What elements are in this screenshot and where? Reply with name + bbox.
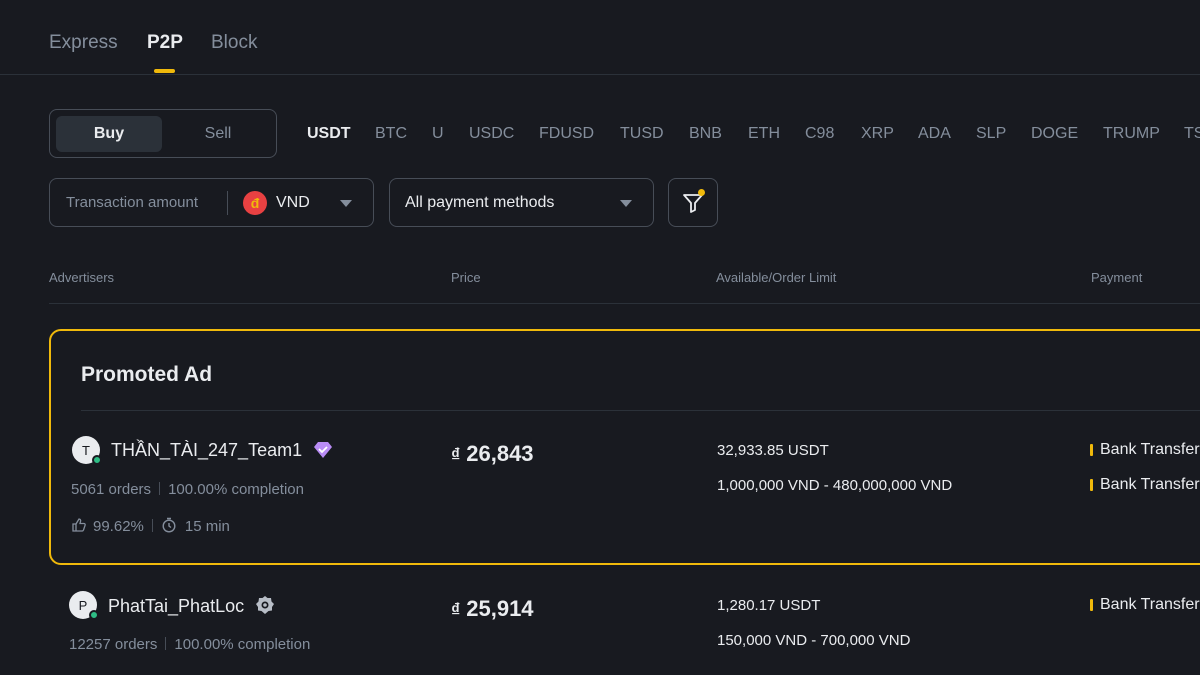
advertiser-name[interactable]: PhatTai_PhatLoc — [108, 595, 275, 617]
avatar-letter: P — [78, 597, 88, 613]
advertiser-name-text: THẦN_TÀI_247_Team1 — [111, 440, 303, 460]
advertiser-name[interactable]: THẦN_TÀI_247_Team1 — [111, 440, 333, 461]
coin-tab-eth[interactable]: ETH — [748, 125, 780, 143]
filter-active-dot — [698, 189, 705, 196]
online-status-dot — [92, 455, 102, 465]
coin-tab-fdusd[interactable]: FDUSD — [539, 125, 594, 143]
coin-tab-bnb[interactable]: BNB — [689, 125, 722, 143]
buy-button[interactable]: Buy — [56, 116, 162, 152]
verified-diamond-icon — [314, 442, 333, 458]
active-tab-indicator — [154, 69, 175, 73]
header-divider — [49, 303, 1200, 304]
advertiser-stats: 12257 orders 100.00% completion — [69, 636, 310, 653]
sell-button[interactable]: Sell — [165, 116, 271, 152]
ad-price: ₫ 25,914 — [451, 596, 534, 622]
buy-sell-toggle: Buy Sell — [49, 109, 277, 158]
coin-tab-trump[interactable]: TRUMP — [1103, 125, 1160, 143]
transaction-amount-input[interactable]: Transaction amount — [66, 194, 198, 211]
tab-p2p[interactable]: P2P — [147, 32, 183, 54]
avatar-letter: T — [82, 442, 90, 458]
online-status-dot — [89, 610, 99, 620]
advertiser-stats: 5061 orders 100.00% completion — [71, 481, 304, 498]
coin-tab-slp[interactable]: SLP — [976, 125, 1006, 143]
coin-tab-btc[interactable]: BTC — [375, 125, 407, 143]
coin-tab-tusd[interactable]: TUSD — [620, 125, 664, 143]
tab-express[interactable]: Express — [49, 32, 118, 54]
divider — [227, 191, 228, 215]
payment-method-tag: Bank Transfer — [1090, 476, 1200, 494]
promoted-divider — [81, 410, 1200, 411]
avatar[interactable]: T — [72, 436, 102, 465]
completion-rate: 100.00% completion — [168, 481, 304, 498]
filter-button[interactable] — [668, 178, 718, 227]
currency-select[interactable]: VND — [276, 194, 310, 212]
price-value: 26,843 — [466, 441, 534, 466]
coin-tab-xrp[interactable]: XRP — [861, 125, 894, 143]
coin-tab-usdt[interactable]: USDT — [307, 125, 351, 143]
available-amount: 32,933.85 USDT — [717, 442, 829, 459]
thumb-up-icon — [72, 518, 86, 532]
order-limit: 150,000 VND - 700,000 VND — [717, 632, 911, 649]
avatar[interactable]: P — [69, 591, 99, 620]
coin-tab-u[interactable]: U — [432, 125, 444, 143]
order-limit: 1,000,000 VND - 480,000,000 VND — [717, 477, 953, 494]
tab-block[interactable]: Block — [211, 32, 257, 54]
column-header-limit: Available/Order Limit — [716, 270, 837, 285]
chevron-down-icon — [620, 200, 632, 207]
payment-method-tag: Bank Transfer — [1090, 596, 1200, 614]
column-header-advertisers: Advertisers — [49, 270, 115, 285]
release-time: 15 min — [184, 518, 230, 535]
ad-price: ₫ 26,843 — [451, 441, 534, 467]
promoted-ad-title: Promoted Ad — [81, 363, 213, 386]
payment-method-label: All payment methods — [405, 194, 555, 211]
merchant-badge-icon — [256, 596, 275, 614]
vnd-currency-icon: đ — [243, 191, 267, 215]
column-header-payment: Payment — [1091, 270, 1143, 285]
price-currency-symbol: ₫ — [451, 600, 461, 620]
coin-tab-ts[interactable]: TS — [1184, 125, 1200, 143]
advertiser-rating: 99.62% 15 min — [71, 517, 230, 535]
coin-tab-usdc[interactable]: USDC — [469, 125, 514, 143]
top-tab-bar: Express P2P Block — [0, 0, 1200, 75]
positive-rating: 99.62% — [93, 518, 144, 535]
advertiser-name-text: PhatTai_PhatLoc — [108, 596, 245, 616]
coin-tab-doge[interactable]: DOGE — [1031, 125, 1078, 143]
payment-method-select[interactable]: All payment methods — [389, 178, 654, 227]
price-value: 25,914 — [466, 596, 534, 621]
order-count: 12257 orders — [69, 636, 158, 653]
coin-tab-ada[interactable]: ADA — [918, 125, 951, 143]
payment-method-tag: Bank Transfer — [1090, 441, 1200, 459]
coin-tab-c98[interactable]: C98 — [805, 125, 834, 143]
column-header-price: Price — [451, 270, 481, 285]
completion-rate: 100.00% completion — [174, 636, 311, 653]
order-count: 5061 orders — [71, 481, 152, 498]
chevron-down-icon[interactable] — [340, 200, 352, 207]
available-amount: 1,280.17 USDT — [717, 597, 821, 614]
price-currency-symbol: ₫ — [451, 445, 461, 465]
amount-currency-filter: Transaction amount đ VND — [49, 178, 374, 227]
timer-icon — [162, 517, 176, 533]
